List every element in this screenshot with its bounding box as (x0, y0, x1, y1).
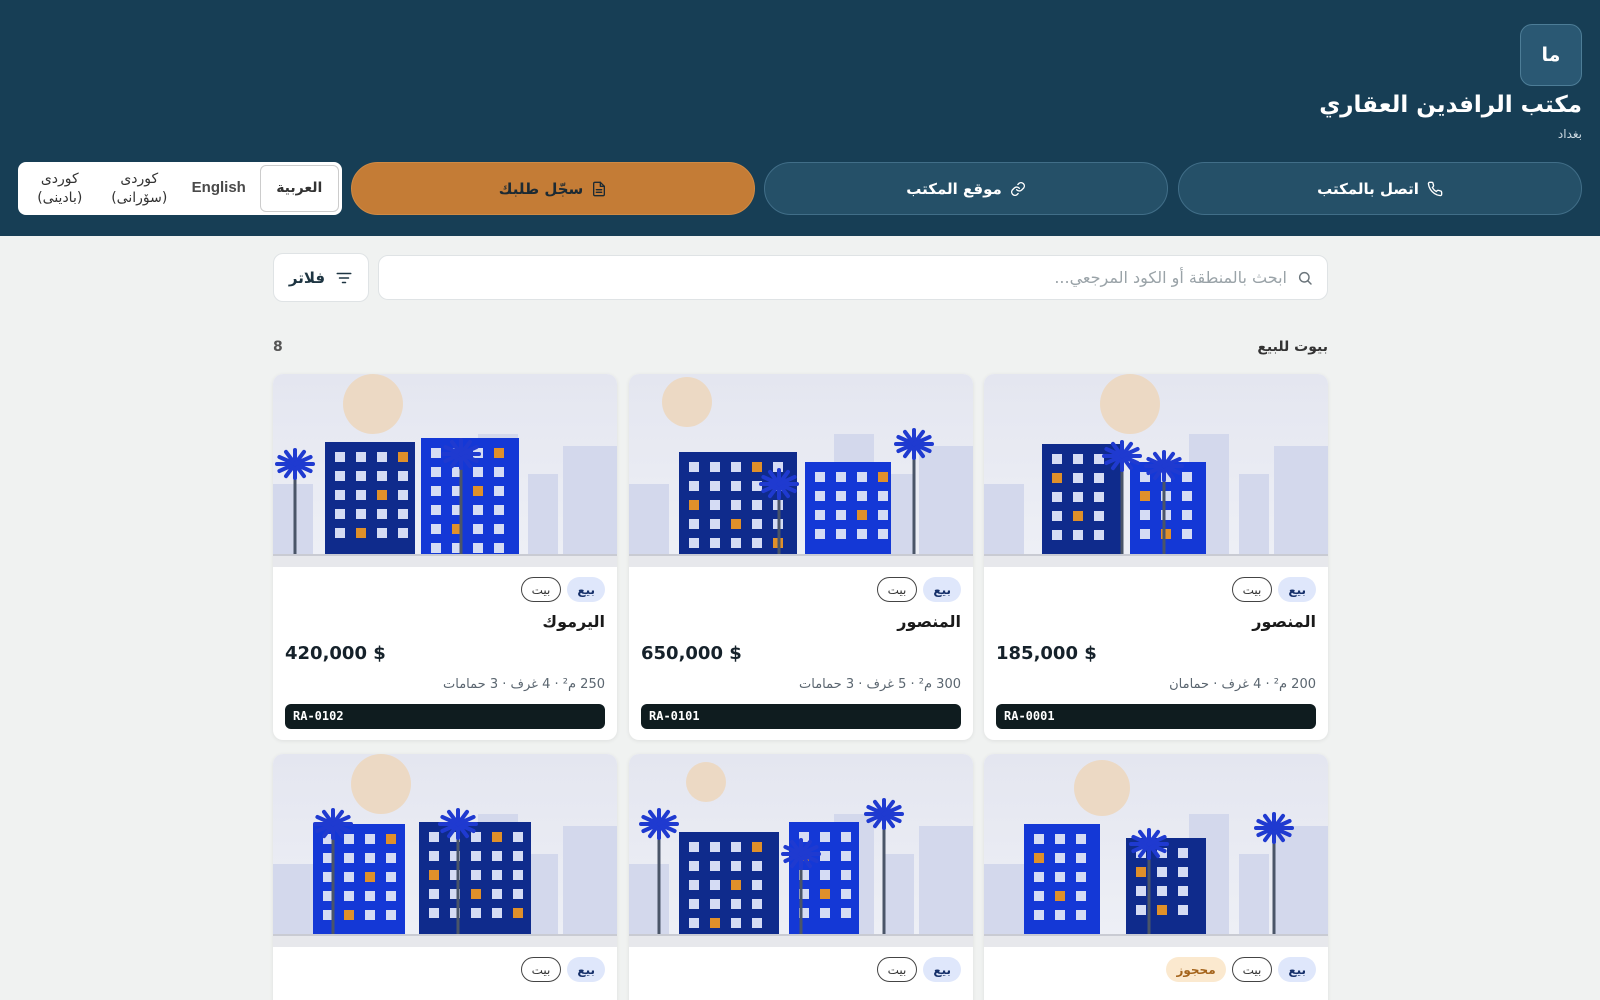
search-bar[interactable]: ابحث بالمنطقة أو الكود المرجعي... (378, 255, 1328, 300)
property-price: 420,000 $ (285, 643, 386, 664)
search-input[interactable]: ابحث بالمنطقة أو الكود المرجعي... (1054, 268, 1287, 287)
lang-kurdish-badini[interactable]: كوردی (بادینی) (21, 165, 99, 212)
property-card[interactable]: بيع بيت المنصور 650,000 $ 300 م² · 5 غرف… (629, 374, 973, 740)
language-switcher: العربية English كوردی (سۆرانی) كوردی (با… (18, 162, 342, 215)
property-image (273, 374, 617, 567)
filters-button[interactable]: فلاتر (273, 253, 369, 302)
type-badge: بيت (1231, 577, 1273, 602)
property-card[interactable]: بيع بيت (629, 754, 973, 1000)
property-image (629, 374, 973, 567)
submit-request-label: سجّل طلبك (498, 179, 584, 198)
listing-count: 8 (273, 339, 283, 355)
sale-badge: بيع (567, 957, 605, 982)
property-price: 185,000 $ (996, 643, 1097, 664)
property-location: اليرموك (542, 612, 605, 631)
filters-label: فلاتر (288, 268, 326, 287)
type-badge: بيت (876, 957, 918, 982)
property-location: المنصور (897, 612, 961, 631)
sale-badge: بيع (923, 577, 961, 602)
property-image (984, 754, 1328, 947)
link-icon (1010, 181, 1025, 196)
property-location: المنصور (1252, 612, 1316, 631)
search-icon (1298, 271, 1312, 285)
type-badge: بيت (1231, 957, 1273, 982)
type-badge: بيت (520, 577, 562, 602)
office-website-label: موقع المكتب (906, 179, 1002, 198)
sale-badge: بيع (1278, 577, 1316, 602)
document-icon (593, 181, 606, 196)
submit-request-button[interactable]: سجّل طلبك (351, 162, 755, 215)
office-header: ما مكتب الرافدين العقاري بغداد اتصل بالم… (0, 0, 1600, 236)
call-office-label: اتصل بالمكتب (1317, 179, 1419, 198)
office-city: بغداد (1557, 127, 1582, 141)
property-ref-code: RA-0101 (641, 704, 961, 729)
type-badge: بيت (520, 957, 562, 982)
call-office-button[interactable]: اتصل بالمكتب (1178, 162, 1582, 215)
type-badge: بيت (876, 577, 918, 602)
lang-english[interactable]: English (180, 165, 258, 212)
reserved-badge: محجوز (1166, 957, 1226, 982)
property-image (273, 754, 617, 947)
property-card[interactable]: بيع بيت اليرموك 420,000 $ 250 م² · 4 غرف… (273, 374, 617, 740)
property-price: 650,000 $ (641, 643, 742, 664)
filter-icon (336, 272, 352, 283)
property-ref-code: RA-0001 (996, 704, 1316, 729)
lang-arabic[interactable]: العربية (259, 165, 339, 212)
property-specs: 200 م² · 4 غرف · حمامان (1169, 677, 1316, 692)
property-specs: 300 م² · 5 غرف · 3 حمامات (799, 677, 961, 692)
sale-badge: بيع (923, 957, 961, 982)
property-card[interactable]: بيع بيت (273, 754, 617, 1000)
office-name: مكتب الرافدين العقاري (1319, 92, 1582, 118)
property-card[interactable]: بيع بيت محجوز (984, 754, 1328, 1000)
property-specs: 250 م² · 4 غرف · 3 حمامات (443, 677, 605, 692)
office-website-button[interactable]: موقع المكتب (764, 162, 1168, 215)
property-card[interactable]: بيع بيت المنصور 185,000 $ 200 م² · 4 غرف… (984, 374, 1328, 740)
lang-kurdish-sorani[interactable]: كوردی (سۆرانی) (101, 165, 179, 212)
sale-badge: بيع (567, 577, 605, 602)
listing-title: بيوت للبيع (1257, 339, 1328, 355)
sale-badge: بيع (1278, 957, 1316, 982)
property-image (629, 754, 973, 947)
property-ref-code: RA-0102 (285, 704, 605, 729)
office-logo: ما (1520, 24, 1582, 86)
phone-icon (1427, 181, 1443, 196)
property-image (984, 374, 1328, 567)
